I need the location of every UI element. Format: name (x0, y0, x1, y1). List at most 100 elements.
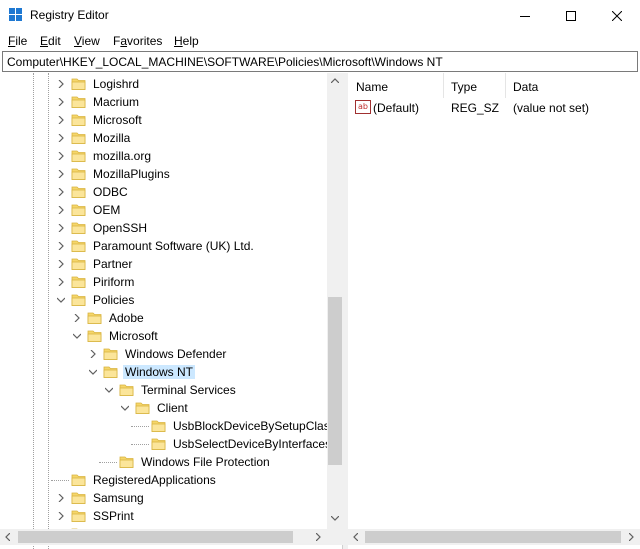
tree-item[interactable]: Logishrd (57, 75, 342, 93)
chevron-down-icon[interactable] (105, 386, 113, 394)
values-horizontal-scroll-thumb[interactable] (365, 531, 621, 543)
minimize-button[interactable] (502, 0, 548, 31)
menu-favorites[interactable]: Favorites (113, 34, 162, 48)
menu-edit[interactable]: Edit (40, 34, 61, 48)
tree-item[interactable]: MozillaPlugins (57, 165, 342, 183)
menu-help[interactable]: Help (174, 34, 199, 48)
scroll-up-icon[interactable] (331, 78, 339, 83)
tree-item-label: OpenSSH (93, 221, 148, 235)
tree-item-label: Samsung (93, 491, 144, 505)
key-tree[interactable]: Logishrd Macrium Microsoft Mozilla mozilla.o… (0, 73, 343, 549)
value-data: (value not set) (513, 101, 590, 115)
column-header-name[interactable]: Name (348, 73, 443, 98)
chevron-right-icon[interactable] (57, 224, 65, 232)
chevron-right-icon[interactable] (73, 314, 81, 322)
value-row-default[interactable]: ab (Default) REG_SZ (value not set) (348, 99, 640, 117)
chevron-down-icon[interactable] (57, 296, 65, 304)
tree-item[interactable]: Paramount Software (UK) Ltd. (57, 237, 342, 255)
tree-guide-line (131, 444, 149, 445)
column-header-data[interactable]: Data (505, 73, 640, 98)
tree-item[interactable]: Partner (57, 255, 342, 273)
tree-horizontal-scrollbar[interactable] (0, 529, 343, 545)
scrollbar-corner (327, 529, 343, 545)
address-path[interactable]: Computer\HKEY_LOCAL_MACHINE\SOFTWARE\Pol… (7, 55, 443, 69)
tree-horizontal-scroll-thumb[interactable] (18, 531, 293, 543)
tree-guide-line (51, 480, 69, 481)
tree-vertical-scroll-thumb[interactable] (328, 297, 342, 465)
tree-item[interactable]: Windows File Protection (99, 453, 342, 471)
tree-item[interactable]: Windows NT (89, 363, 342, 381)
tree-item[interactable]: UsbBlockDeviceBySetupClass (131, 417, 342, 435)
tree-item[interactable]: Adobe (73, 309, 342, 327)
folder-icon (71, 240, 86, 252)
tree-item[interactable]: Terminal Services (105, 381, 342, 399)
folder-icon (71, 258, 86, 270)
tree-item[interactable]: Microsoft (73, 327, 342, 345)
values-horizontal-scrollbar[interactable] (348, 529, 640, 545)
tree-item[interactable]: Samsung (57, 489, 342, 507)
folder-icon (87, 312, 102, 324)
chevron-right-icon[interactable] (57, 206, 65, 214)
tree-guide-line (99, 462, 117, 463)
chevron-down-icon[interactable] (89, 368, 97, 376)
close-button[interactable] (594, 0, 640, 31)
chevron-down-icon[interactable] (121, 404, 129, 412)
maximize-icon (566, 10, 576, 21)
column-header-type[interactable]: Type (443, 73, 505, 98)
folder-icon (103, 348, 118, 360)
chevron-right-icon[interactable] (89, 350, 97, 358)
tree-item[interactable]: OEM (57, 201, 342, 219)
folder-icon (151, 438, 166, 450)
chevron-right-icon[interactable] (57, 242, 65, 250)
tree-vertical-scrollbar[interactable] (327, 73, 343, 529)
chevron-right-icon[interactable] (57, 512, 65, 520)
minimize-icon (520, 15, 530, 17)
chevron-down-icon[interactable] (73, 332, 81, 340)
chevron-right-icon[interactable] (57, 188, 65, 196)
tree-item[interactable]: Macrium (57, 93, 342, 111)
tree-item[interactable]: OpenSSH (57, 219, 342, 237)
scroll-right-icon[interactable] (629, 533, 634, 541)
chevron-right-icon[interactable] (57, 98, 65, 106)
tree-item-label: Windows File Protection (141, 455, 270, 469)
scroll-left-icon[interactable] (5, 533, 10, 541)
tree-item-label: Piriform (93, 275, 135, 289)
tree-guide-line (48, 73, 49, 549)
tree-item[interactable]: Policies (57, 291, 342, 309)
menu-view[interactable]: View (74, 34, 100, 48)
folder-icon (71, 150, 86, 162)
tree-item[interactable]: SSPrint (57, 507, 342, 525)
folder-icon (71, 168, 86, 180)
tree-item[interactable]: Microsoft (57, 111, 342, 129)
tree-item[interactable]: UsbSelectDeviceByInterfaces (131, 435, 342, 453)
values-list[interactable]: Name Type Data ab (Default) REG_SZ (valu… (348, 73, 640, 549)
tree-item[interactable]: mozilla.org (57, 147, 342, 165)
folder-icon (135, 402, 150, 414)
scroll-left-icon[interactable] (353, 533, 358, 541)
chevron-right-icon[interactable] (57, 170, 65, 178)
scroll-down-icon[interactable] (331, 516, 339, 521)
tree-item[interactable]: Client (121, 399, 342, 417)
chevron-right-icon[interactable] (57, 494, 65, 502)
tree-item[interactable]: Mozilla (57, 129, 342, 147)
chevron-right-icon[interactable] (57, 80, 65, 88)
folder-icon (71, 276, 86, 288)
tree-item-label: SSPrint (93, 509, 134, 523)
chevron-right-icon[interactable] (57, 134, 65, 142)
tree-item-label: mozilla.org (93, 149, 152, 163)
tree-item[interactable]: RegisteredApplications (51, 471, 342, 489)
scroll-right-icon[interactable] (316, 533, 321, 541)
chevron-right-icon[interactable] (57, 278, 65, 286)
folder-icon (71, 474, 86, 486)
chevron-right-icon[interactable] (57, 116, 65, 124)
maximize-button[interactable] (548, 0, 594, 31)
tree-item-label: Windows Defender (125, 347, 227, 361)
tree-item[interactable]: ODBC (57, 183, 342, 201)
menu-file[interactable]: File (8, 34, 27, 48)
chevron-right-icon[interactable] (57, 152, 65, 160)
chevron-right-icon[interactable] (57, 260, 65, 268)
folder-icon (71, 114, 86, 126)
address-bar[interactable]: Computer\HKEY_LOCAL_MACHINE\SOFTWARE\Pol… (2, 51, 638, 72)
tree-item[interactable]: Piriform (57, 273, 342, 291)
tree-item[interactable]: Windows Defender (89, 345, 342, 363)
